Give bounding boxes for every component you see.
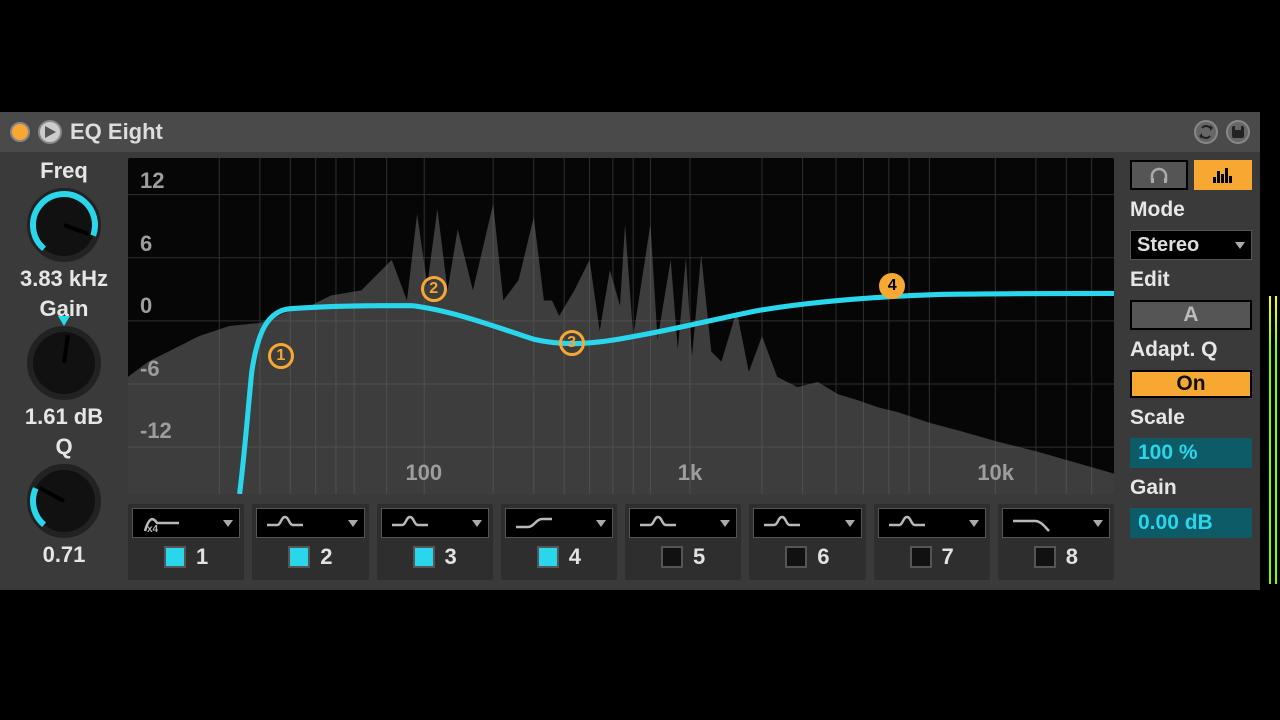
band-enable-6[interactable]: [785, 546, 807, 568]
output-gain-value[interactable]: 0.00 dB: [1130, 508, 1252, 538]
filter-type-dropdown-8[interactable]: [1002, 508, 1110, 538]
band-number-5: 5: [693, 544, 705, 570]
freq-knob[interactable]: [27, 188, 101, 262]
scale-label: Scale: [1130, 406, 1252, 430]
output-meter: [1268, 295, 1278, 585]
band-handle-4[interactable]: 4: [879, 273, 905, 299]
chevron-down-icon: [720, 520, 730, 527]
mode-dropdown[interactable]: Stereo: [1130, 230, 1252, 260]
band-enable-1[interactable]: [164, 546, 186, 568]
chevron-down-icon: [348, 520, 358, 527]
band-cell-7: 7: [874, 504, 990, 580]
chevron-down-icon: [596, 520, 606, 527]
device-titlebar: EQ Eight: [0, 112, 1260, 152]
band-number-6: 6: [817, 544, 829, 570]
edit-ab-button[interactable]: A: [1130, 300, 1252, 330]
headphones-icon: [1149, 167, 1169, 183]
band-enable-3[interactable]: [413, 546, 435, 568]
eq-graph[interactable]: 12 6 0 -6 -12 100 1k 10k 1 2 3 4: [128, 158, 1114, 494]
band-cell-1: x4 1: [128, 504, 244, 580]
chevron-down-icon: [223, 520, 233, 527]
device-title: EQ Eight: [70, 119, 163, 145]
audition-toggle[interactable]: [1130, 160, 1188, 190]
scale-value[interactable]: 100 %: [1130, 438, 1252, 468]
svg-text:x4: x4: [147, 524, 159, 533]
filter-type-dropdown-7[interactable]: [878, 508, 986, 538]
band-enable-5[interactable]: [661, 546, 683, 568]
preview-button[interactable]: [38, 120, 62, 144]
y-axis-labels: 12 6 0 -6 -12: [140, 158, 172, 454]
chevron-down-icon: [969, 520, 979, 527]
band-cell-4: 4: [501, 504, 617, 580]
q-knob-label: Q: [55, 434, 72, 460]
adaptq-button[interactable]: On: [1130, 370, 1252, 398]
gain-knob[interactable]: [27, 326, 101, 400]
chevron-down-icon: [1235, 242, 1245, 249]
band-cell-3: 3: [377, 504, 493, 580]
q-knob[interactable]: [27, 464, 101, 538]
band-number-8: 8: [1066, 544, 1078, 570]
chevron-down-icon: [1093, 520, 1103, 527]
filter-type-dropdown-1[interactable]: x4: [132, 508, 240, 538]
adaptq-label: Adapt. Q: [1130, 338, 1252, 362]
band-enable-4[interactable]: [537, 546, 559, 568]
save-preset-icon[interactable]: [1226, 120, 1250, 144]
band-number-2: 2: [320, 544, 332, 570]
device-activator[interactable]: [10, 122, 30, 142]
x-axis-labels: 100 1k 10k: [128, 460, 1114, 488]
output-gain-label: Gain: [1130, 476, 1252, 500]
right-panel: Mode Stereo Edit A Adapt. Q On Scale 100…: [1120, 152, 1260, 590]
band-number-7: 7: [942, 544, 954, 570]
filter-type-dropdown-4[interactable]: [505, 508, 613, 538]
band-strip: x4 1 2 3 4 5 6 7: [128, 500, 1114, 584]
freq-knob-label: Freq: [40, 158, 88, 184]
band-cell-2: 2: [252, 504, 368, 580]
middle-panel: 12 6 0 -6 -12 100 1k 10k 1 2 3 4 x4 1: [128, 152, 1120, 590]
band-cell-8: 8: [998, 504, 1114, 580]
filter-type-dropdown-6[interactable]: [753, 508, 861, 538]
q-value[interactable]: 0.71: [43, 542, 86, 568]
band-number-3: 3: [445, 544, 457, 570]
analyzer-toggle[interactable]: [1194, 160, 1252, 190]
band-handle-2[interactable]: 2: [421, 276, 447, 302]
chevron-down-icon: [472, 520, 482, 527]
spectrum-icon: [1212, 167, 1234, 183]
spectrum-display: [128, 158, 1114, 494]
band-cell-6: 6: [749, 504, 865, 580]
band-number-1: 1: [196, 544, 208, 570]
filter-type-dropdown-3[interactable]: [381, 508, 489, 538]
edit-label: Edit: [1130, 268, 1252, 292]
freq-value[interactable]: 3.83 kHz: [20, 266, 108, 292]
band-handle-1[interactable]: 1: [268, 343, 294, 369]
hotswap-icon[interactable]: [1194, 120, 1218, 144]
band-enable-2[interactable]: [288, 546, 310, 568]
gain-value[interactable]: 1.61 dB: [25, 404, 103, 430]
band-enable-7[interactable]: [910, 546, 932, 568]
band-handle-3[interactable]: 3: [559, 330, 585, 356]
eq-eight-device: EQ Eight Freq 3.83 kHz Gain 1.61 dB: [0, 112, 1260, 590]
band-enable-8[interactable]: [1034, 546, 1056, 568]
filter-type-dropdown-2[interactable]: [256, 508, 364, 538]
chevron-down-icon: [845, 520, 855, 527]
left-panel: Freq 3.83 kHz Gain 1.61 dB Q 0.71: [0, 152, 128, 590]
band-number-4: 4: [569, 544, 581, 570]
mode-label: Mode: [1130, 198, 1252, 222]
band-cell-5: 5: [625, 504, 741, 580]
filter-type-dropdown-5[interactable]: [629, 508, 737, 538]
